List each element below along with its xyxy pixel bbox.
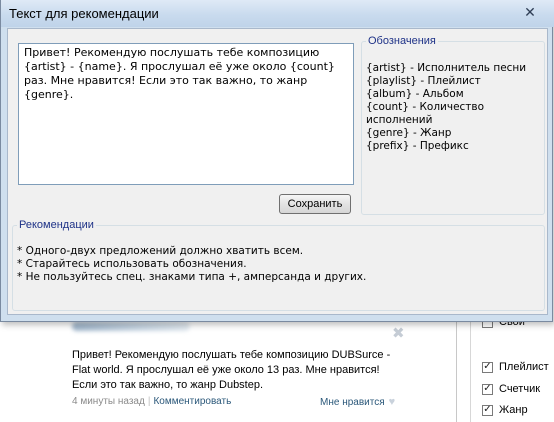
checkbox-playlist[interactable]: ✓ Плейлист	[482, 361, 549, 373]
message-template-textarea[interactable]: Привет! Рекомендую послушать тебе композ…	[18, 43, 354, 185]
recommendations-list: * Одного-двух предложений должно хватить…	[17, 245, 366, 284]
window-title: Текст для рекомендации	[9, 6, 159, 21]
checkbox-playlist-box[interactable]: ✓	[482, 361, 493, 373]
checkbox-counter[interactable]: ✓ Счетчик	[482, 383, 540, 395]
close-x-icon[interactable]: ✕	[519, 4, 541, 20]
checkbox-genre-box[interactable]: ✓	[482, 404, 493, 416]
dialog-client-area: Привет! Рекомендую послушать тебе композ…	[7, 28, 548, 315]
recommendation-text-dialog: Текст для рекомендации ✕ Привет! Рекомен…	[0, 0, 554, 322]
checkbox-genre[interactable]: ✓ Жанр	[482, 404, 528, 416]
legend-item-genre: {genre} - Жанр	[366, 127, 452, 139]
recommendations-groupbox: Рекомендации * Одного-двух предложений д…	[12, 219, 545, 311]
comment-meta: 4 минуты назад | Комментировать	[72, 396, 231, 407]
checkbox-playlist-label: Плейлист	[499, 361, 549, 373]
recommendations-title: Рекомендации	[19, 219, 94, 231]
legend-groupbox: Обозначения {artist} - Исполнитель песни…	[361, 35, 545, 215]
like-label[interactable]: Мне нравится	[320, 397, 385, 408]
checkbox-counter-box[interactable]: ✓	[482, 383, 493, 395]
comment-reply-link[interactable]: Комментировать	[153, 396, 231, 407]
legend-item-artist: {artist} - Исполнитель песни	[366, 62, 527, 74]
recommendation-item: * Не пользуйтесь спец. знаками типа +, а…	[17, 271, 367, 283]
window-titlebar[interactable]: Текст для рекомендации ✕	[1, 0, 554, 27]
checkbox-genre-label: Жанр	[499, 404, 528, 416]
legend-item-count: {count} - Количество исполнений	[366, 101, 485, 126]
like-link[interactable]: Мне нравится ♥	[320, 396, 395, 408]
comment-time: 4 минуты назад	[72, 396, 145, 407]
legend-title: Обозначения	[368, 35, 436, 47]
legend-list: {artist} - Исполнитель песни {playlist} …	[366, 62, 544, 153]
comment-delete-icon[interactable]: ✖	[392, 326, 405, 341]
comment-text: Привет! Рекомендую послушать тебе композ…	[72, 349, 391, 391]
legend-item-album: {album} - Альбом	[366, 88, 464, 100]
save-button[interactable]: Сохранить	[279, 194, 351, 214]
legend-item-prefix: {prefix} - Префикс	[366, 140, 469, 152]
recommendation-item: * Старайтесь использовать обозначения.	[17, 258, 247, 270]
heart-icon[interactable]: ♥	[389, 396, 396, 408]
blurred-author-name	[72, 322, 190, 331]
recommendation-item: * Одного-двух предложений должно хватить…	[17, 245, 304, 257]
legend-item-playlist: {playlist} - Плейлист	[366, 75, 481, 87]
checkbox-counter-label: Счетчик	[499, 383, 541, 395]
